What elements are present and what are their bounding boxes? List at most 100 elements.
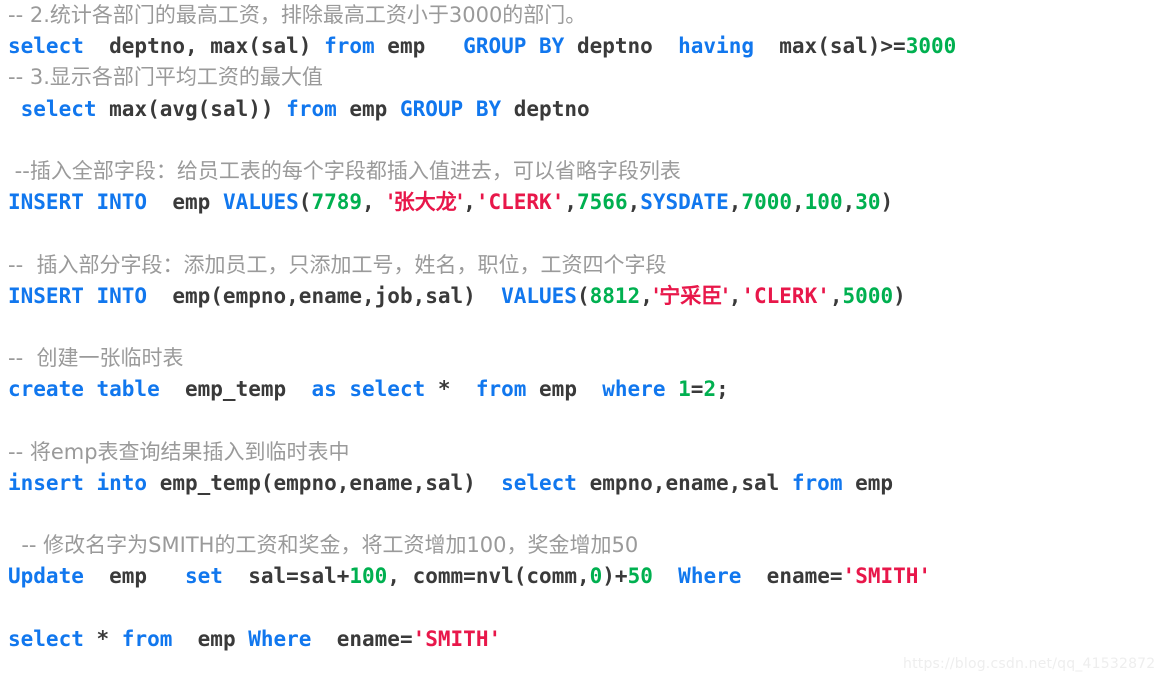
token-kw: SYSDATE (640, 190, 729, 215)
token-plain: emp(empno,ename,job,sal) (147, 283, 502, 308)
token-num: 7000 (741, 190, 792, 215)
token-plain: emp (83, 564, 186, 589)
code-line-comment: -- 创建一张临时表 (0, 343, 1170, 374)
token-num: 8812 (589, 283, 641, 308)
token-cmt: -- 将emp表查询结果插入到临时表中 (8, 439, 350, 464)
token-kw: Where (248, 626, 312, 651)
token-plain: empno,ename,sal (576, 470, 792, 495)
token-plain: emp_temp (159, 377, 312, 402)
token-num: 100 (804, 190, 843, 215)
code-line-statement: Update emp set sal=sal+100, comm=nvl(com… (0, 561, 1170, 592)
token-plain: ( (576, 283, 590, 308)
token-plain: )+ (602, 564, 628, 589)
token-plain: , (564, 190, 578, 215)
token-plain: = (690, 377, 704, 402)
token-kw: from (475, 377, 527, 402)
code-line-comment: -- 2.统计各部门的最高工资，排除最高工资小于3000的部门。 (0, 0, 1170, 31)
token-num: 50 (627, 564, 653, 589)
token-cmt: -- 插入部分字段：添加员工，只添加工号，姓名，职位，工资四个字段 (8, 252, 667, 277)
token-plain: ( (298, 190, 312, 215)
token-plain: ; (716, 377, 729, 402)
token-plain: , (829, 283, 843, 308)
token-plain: , (627, 190, 641, 215)
token-kw: GROUP BY (399, 96, 502, 121)
watermark-text: https://blog.csdn.net/qq_41532872 (903, 656, 1156, 672)
token-plain: ) (880, 190, 894, 215)
token-plain: , (362, 190, 388, 215)
token-plain: * (425, 377, 476, 402)
token-plain: ename= (311, 626, 413, 651)
token-kw: from (324, 34, 375, 59)
token-num: 5000 (842, 283, 894, 308)
token-kw: select (501, 470, 577, 495)
token-kw: where (602, 377, 666, 402)
token-plain: deptno (564, 34, 679, 59)
token-plain: ename= (741, 564, 843, 589)
token-kw: GROUP BY (463, 34, 565, 59)
token-plain: emp (842, 470, 894, 495)
token-kw: select (8, 34, 84, 59)
code-line-statement: INSERT INTO emp VALUES(7789, '张大龙','CLER… (0, 187, 1170, 218)
token-plain: , (463, 190, 476, 215)
code-line-comment: -- 3.显示各部门平均工资的最大值 (0, 62, 1170, 93)
token-num: 3000 (905, 34, 957, 59)
token-plain: sal=sal+ (222, 564, 350, 589)
token-kw: Update (8, 564, 84, 589)
token-cmt: -- 创建一张临时表 (8, 346, 184, 371)
code-line-comment: -- 修改名字为SMITH的工资和奖金，将工资增加100，奖金增加50 (0, 530, 1170, 561)
token-str: '张大龙' (387, 190, 464, 215)
token-plain: , (728, 283, 742, 308)
token-cmt: -- 修改名字为SMITH的工资和奖金，将工资增加100，奖金增加50 (8, 533, 639, 558)
token-str: 'CLERK' (475, 190, 565, 215)
token-plain: emp (374, 34, 464, 59)
token-kw: set (185, 564, 223, 589)
token-plain: , (728, 190, 742, 215)
token-plain: * (83, 626, 122, 651)
code-snippet-container: -- 2.统计各部门的最高工资，排除最高工资小于3000的部门。 select d… (0, 0, 1170, 685)
token-plain: , (792, 190, 805, 215)
token-cmt: -- 2.统计各部门的最高工资，排除最高工资小于3000的部门。 (8, 3, 587, 27)
token-plain: emp_temp(empno,ename,sal) (147, 470, 502, 495)
token-kw: from (121, 626, 173, 651)
token-num: 2 (703, 377, 717, 402)
code-line-statement: select * from emp Where ename='SMITH' (0, 624, 1170, 655)
token-plain: max(avg(sal)) (96, 96, 287, 121)
code-line-comment: --插入全部字段：给员工表的每个字段都插入值进去，可以省略字段列表 (0, 156, 1170, 187)
token-str: '宁采臣' (652, 283, 729, 308)
token-plain: , (842, 190, 856, 215)
token-num: 7789 (311, 190, 363, 215)
code-line-comment: -- 将emp表查询结果插入到临时表中 (0, 437, 1170, 468)
token-kw: from (286, 96, 337, 121)
token-plain: , comm=nvl(comm, (387, 564, 590, 589)
token-str: 'SMITH' (842, 564, 932, 589)
token-num: 100 (349, 564, 388, 589)
token-plain: deptno (501, 96, 590, 121)
token-plain: emp (147, 190, 223, 215)
token-kw: INSERT INTO (8, 190, 148, 215)
code-line-statement: insert into emp_temp(empno,ename,sal) se… (0, 468, 1170, 499)
code-line-statement: INSERT INTO emp(empno,ename,job,sal) VAL… (0, 281, 1170, 312)
token-num: 1 (678, 377, 691, 402)
token-kw: INSERT INTO (8, 283, 148, 308)
token-kw: having (678, 34, 754, 59)
code-line-statement: select deptno, max(sal) from emp GROUP B… (0, 31, 1170, 62)
token-kw: Where (678, 564, 742, 589)
code-line-statement: create table emp_temp as select * from e… (0, 374, 1170, 405)
token-num: 30 (855, 190, 881, 215)
code-line-comment: -- 插入部分字段：添加员工，只添加工号，姓名，职位，工资四个字段 (0, 250, 1170, 281)
token-plain: emp (336, 96, 400, 121)
token-plain: max(sal)>= (753, 34, 906, 59)
code-lines[interactable]: -- 2.统计各部门的最高工资，排除最高工资小于3000的部门。 select d… (0, 0, 1170, 655)
token-kw: select (8, 626, 84, 651)
token-kw: select (20, 96, 97, 121)
token-str: 'SMITH' (412, 626, 502, 651)
token-cmt: -- 3.显示各部门平均工资的最大值 (8, 65, 323, 90)
token-kw: insert into (8, 470, 148, 495)
token-kw: create table (8, 377, 160, 402)
